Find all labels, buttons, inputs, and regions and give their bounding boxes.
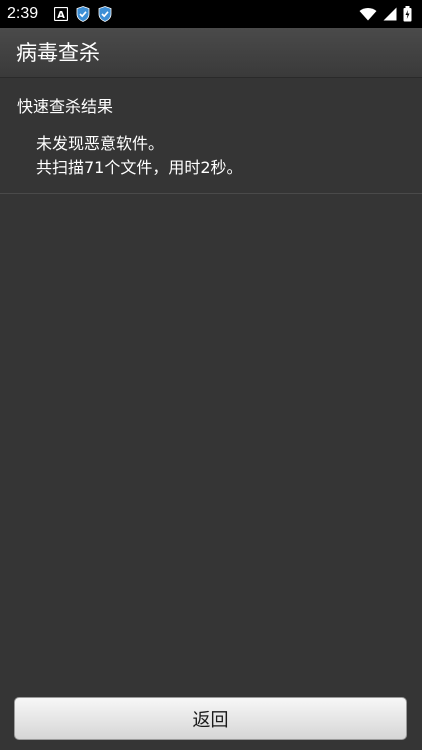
status-time: 2:39 xyxy=(7,5,39,22)
svg-text:A: A xyxy=(57,10,65,21)
notification-a-icon: A xyxy=(54,7,68,21)
system-icons xyxy=(359,6,412,22)
signal-icon xyxy=(383,7,397,21)
scan-result-header: 快速查杀结果 xyxy=(17,97,114,116)
back-button[interactable]: 返回 xyxy=(14,697,407,740)
shield-icon xyxy=(98,6,112,22)
page-title: 病毒查杀 xyxy=(16,41,100,65)
scan-summary-message: 共扫描71个文件，用时2秒。 xyxy=(36,158,243,177)
scan-result-section: 快速查杀结果 未发现恶意软件。 共扫描71个文件，用时2秒。 xyxy=(0,78,422,194)
shield-icon xyxy=(76,6,90,22)
status-bar: 2:39 A xyxy=(0,0,422,28)
battery-icon xyxy=(403,6,412,22)
wifi-icon xyxy=(359,7,377,21)
app-bar: 病毒查杀 xyxy=(0,28,422,78)
notification-icons: A xyxy=(54,6,112,22)
no-malware-message: 未发现恶意软件。 xyxy=(36,134,165,153)
